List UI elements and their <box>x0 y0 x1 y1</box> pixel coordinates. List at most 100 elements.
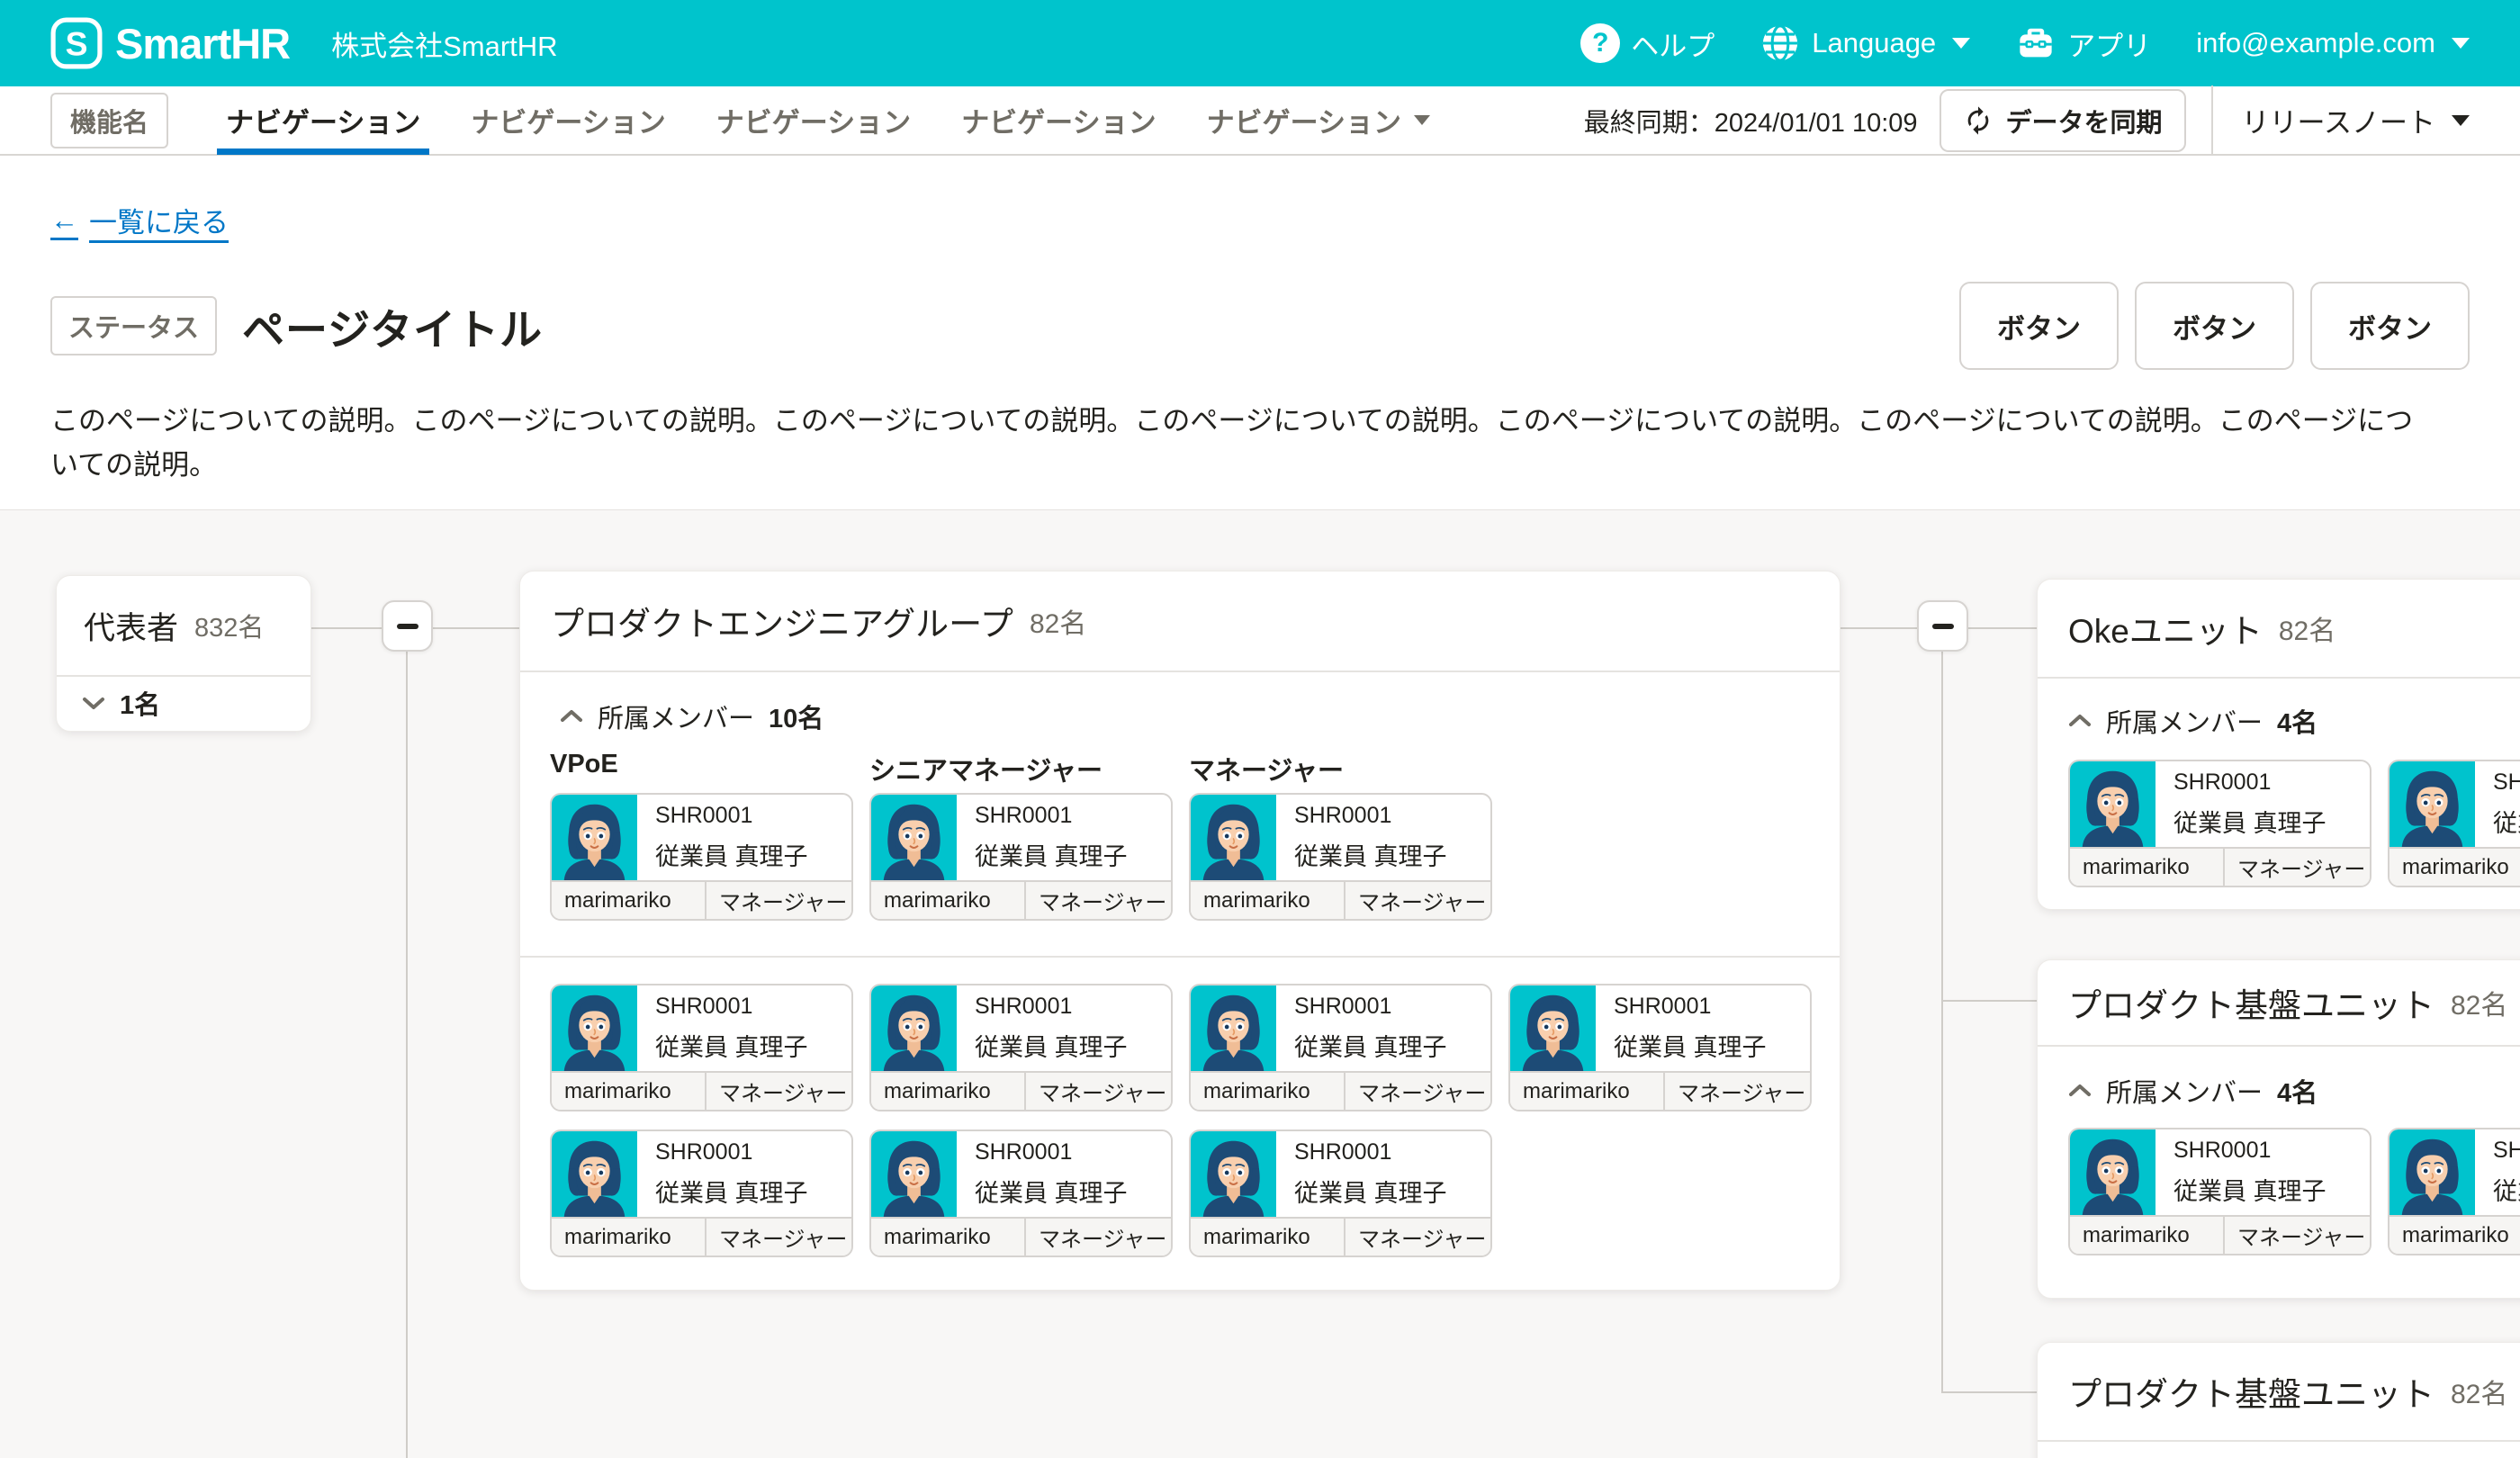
member-card-footer: marimariko マネージャー <box>871 1071 1171 1110</box>
member-card[interactable]: SHR0001 従業員 真理子 marimariko マネージャー <box>1189 1130 1492 1257</box>
nav-tab-4[interactable]: ナビゲーション <box>936 86 1181 155</box>
members-toggle[interactable]: 所属メンバー 4名 <box>2068 702 2318 740</box>
member-info: SHR0001 従業員 真理子 <box>2156 761 2326 847</box>
members-count: 10名 <box>769 698 824 735</box>
member-info: SHR0001 従業員 真理子 <box>1276 795 1447 880</box>
members-toggle[interactable]: 所属メンバー 4名 <box>2068 1072 2318 1110</box>
member-card[interactable]: SHR0001 従業員 真理子 marimariko マネージャー <box>550 793 853 921</box>
apps-link[interactable]: アプリ <box>2015 22 2151 64</box>
member-card-top: SHR0001 従業員 真理子 <box>1191 986 1490 1071</box>
member-card[interactable]: SHR0001 従業員 真理子 marimariko マネージャー <box>2388 1128 2520 1256</box>
member-role: マネージャー <box>1024 1219 1171 1256</box>
nav-tab-5[interactable]: ナビゲーション <box>1182 86 1455 155</box>
member-info: SHR0001 従業員 真理子 <box>957 795 1128 880</box>
nav-right: 最終同期：2024/01/01 10:09 データを同期 リリースノート <box>1584 86 2520 155</box>
member-card[interactable]: SHR0001 従業員 真理子 marimariko マネージャー <box>869 1130 1173 1257</box>
employee-code: SHR0001 <box>2493 1138 2520 1164</box>
employee-code: SHR0001 <box>975 803 1128 829</box>
employee-name: 従業員 真理子 <box>975 837 1128 872</box>
nav-tab-3[interactable]: ナビゲーション <box>691 86 936 155</box>
back-link[interactable]: ← 一覧に戻る <box>50 200 229 240</box>
node-header: プロダクト基盤ユニット 82名 <box>2038 1343 2520 1442</box>
member-avatar <box>552 1131 637 1217</box>
member-username: marimariko <box>552 1073 705 1110</box>
chevron-down-icon <box>2452 38 2470 49</box>
org-node-kiban-unit-2[interactable]: プロダクト基盤ユニット 82名 <box>2037 1342 2520 1458</box>
smarthr-logo-icon: S <box>50 17 103 69</box>
member-card-top: SHR0001 従業員 真理子 <box>552 1131 851 1217</box>
action-button-1[interactable]: ボタン <box>1959 282 2119 370</box>
member-avatar <box>1191 986 1276 1071</box>
node-header: Okeユニット 82名 <box>2038 580 2520 679</box>
collapse-button[interactable] <box>1917 600 1968 652</box>
action-button-2[interactable]: ボタン <box>2135 282 2294 370</box>
chevron-down-icon <box>82 696 105 710</box>
member-cards-row: SHR0001 従業員 真理子 marimariko マネージャー <box>2068 760 2520 887</box>
collapse-button[interactable] <box>382 600 433 652</box>
member-card-top: SHR0001 従業員 真理子 <box>1510 986 1810 1071</box>
sync-data-button[interactable]: データを同期 <box>1940 89 2186 152</box>
globe-icon <box>1760 22 1801 64</box>
node-title: Okeユニット <box>2068 604 2263 652</box>
member-card[interactable]: SHR0001 従業員 真理子 marimariko マネージャー <box>2068 1128 2372 1256</box>
navbar: 機能名 ナビゲーション ナビゲーション ナビゲーション ナビゲーション ナビゲー… <box>0 86 2520 156</box>
employee-name: 従業員 真理子 <box>1294 1028 1447 1063</box>
node-title: プロダクト基盤ユニット <box>2068 978 2434 1027</box>
member-card[interactable]: SHR0001 従業員 真理子 marimariko マネージャー <box>1189 984 1492 1112</box>
language-menu[interactable]: Language <box>1760 22 1970 64</box>
member-info: SHR0001 従業員 真理子 <box>1596 986 1767 1071</box>
member-card-footer: marimariko マネージャー <box>1191 880 1490 919</box>
help-icon: ? <box>1580 23 1620 63</box>
employee-code: SHR0001 <box>1614 994 1767 1020</box>
member-card-footer: marimariko マネージャー <box>552 1217 851 1256</box>
member-username: marimariko <box>552 1219 705 1256</box>
member-card[interactable]: SHR0001 従業員 真理子 marimariko マネージャー <box>869 984 1173 1112</box>
chevron-up-icon <box>2068 714 2092 728</box>
member-card-top: SHR0001 従業員 真理子 <box>1191 1131 1490 1217</box>
member-avatar <box>871 795 957 880</box>
member-role: マネージャー <box>1663 1073 1810 1110</box>
member-info: SHR0001 従業員 真理子 <box>637 1131 808 1217</box>
member-card[interactable]: SHR0001 従業員 真理子 marimariko マネージャー <box>1189 793 1492 921</box>
member-card-footer: marimariko マネージャー <box>2070 847 2370 886</box>
member-avatar <box>1510 986 1596 1071</box>
org-node-root[interactable]: 代表者 832名 1名 <box>56 575 311 732</box>
member-username: marimariko <box>871 1073 1024 1110</box>
member-card[interactable]: SHR0001 従業員 真理子 marimariko マネージャー <box>550 1130 853 1257</box>
expand-toggle[interactable]: 1名 <box>57 677 310 729</box>
members-label: 所属メンバー <box>598 698 754 735</box>
member-avatar <box>1191 1131 1276 1217</box>
connector-line <box>1941 651 1943 1393</box>
members-count: 4名 <box>2277 702 2318 740</box>
connector-line <box>1941 1000 2037 1002</box>
member-role: マネージャー <box>2223 849 2370 886</box>
member-avatar <box>2390 1130 2475 1215</box>
member-username: marimariko <box>1510 1073 1663 1110</box>
member-card[interactable]: SHR0001 従業員 真理子 marimariko マネージャー <box>869 793 1173 921</box>
member-card-top: SHR0001 従業員 真理子 <box>871 795 1171 880</box>
org-node-kiban-unit-1[interactable]: プロダクト基盤ユニット 82名 所属メンバー 4名 <box>2037 959 2520 1299</box>
nav-tab-1[interactable]: ナビゲーション <box>201 86 446 155</box>
role-title: シニアマネージャー <box>869 750 1173 788</box>
member-card-footer: marimariko マネージャー <box>2390 1215 2520 1254</box>
member-card[interactable]: SHR0001 従業員 真理子 marimariko マネージャー <box>2068 760 2372 887</box>
help-link[interactable]: ? ヘルプ <box>1580 23 1714 64</box>
account-menu[interactable]: info@example.com <box>2196 27 2470 59</box>
org-node-group[interactable]: プロダクトエンジニアグループ 82名 所属メンバー 10名 VPoE シニアマネ… <box>519 571 1840 1291</box>
chevron-down-icon <box>2452 115 2470 126</box>
company-name: 株式会社SmartHR <box>331 23 557 64</box>
member-card[interactable]: SHR0001 従業員 真理子 marimariko マネージャー <box>2388 760 2520 887</box>
refresh-icon <box>1963 105 1994 136</box>
member-role: マネージャー <box>2223 1217 2370 1254</box>
member-username: marimariko <box>871 1219 1024 1256</box>
members-toggle[interactable]: 所属メンバー 10名 <box>560 698 824 735</box>
nav-tab-2[interactable]: ナビゲーション <box>446 86 690 155</box>
org-node-oke-unit[interactable]: Okeユニット 82名 所属メンバー 4名 <box>2037 579 2520 910</box>
status-badge: ステータス <box>50 296 217 356</box>
member-card[interactable]: SHR0001 従業員 真理子 marimariko マネージャー <box>1508 984 1812 1112</box>
member-cards-row: SHR0001 従業員 真理子 marimariko マネージャー <box>550 793 1492 921</box>
connector-line <box>310 627 382 629</box>
release-notes-button[interactable]: リリースノート <box>2213 100 2520 140</box>
member-card[interactable]: SHR0001 従業員 真理子 marimariko マネージャー <box>550 984 853 1112</box>
action-button-3[interactable]: ボタン <box>2310 282 2470 370</box>
